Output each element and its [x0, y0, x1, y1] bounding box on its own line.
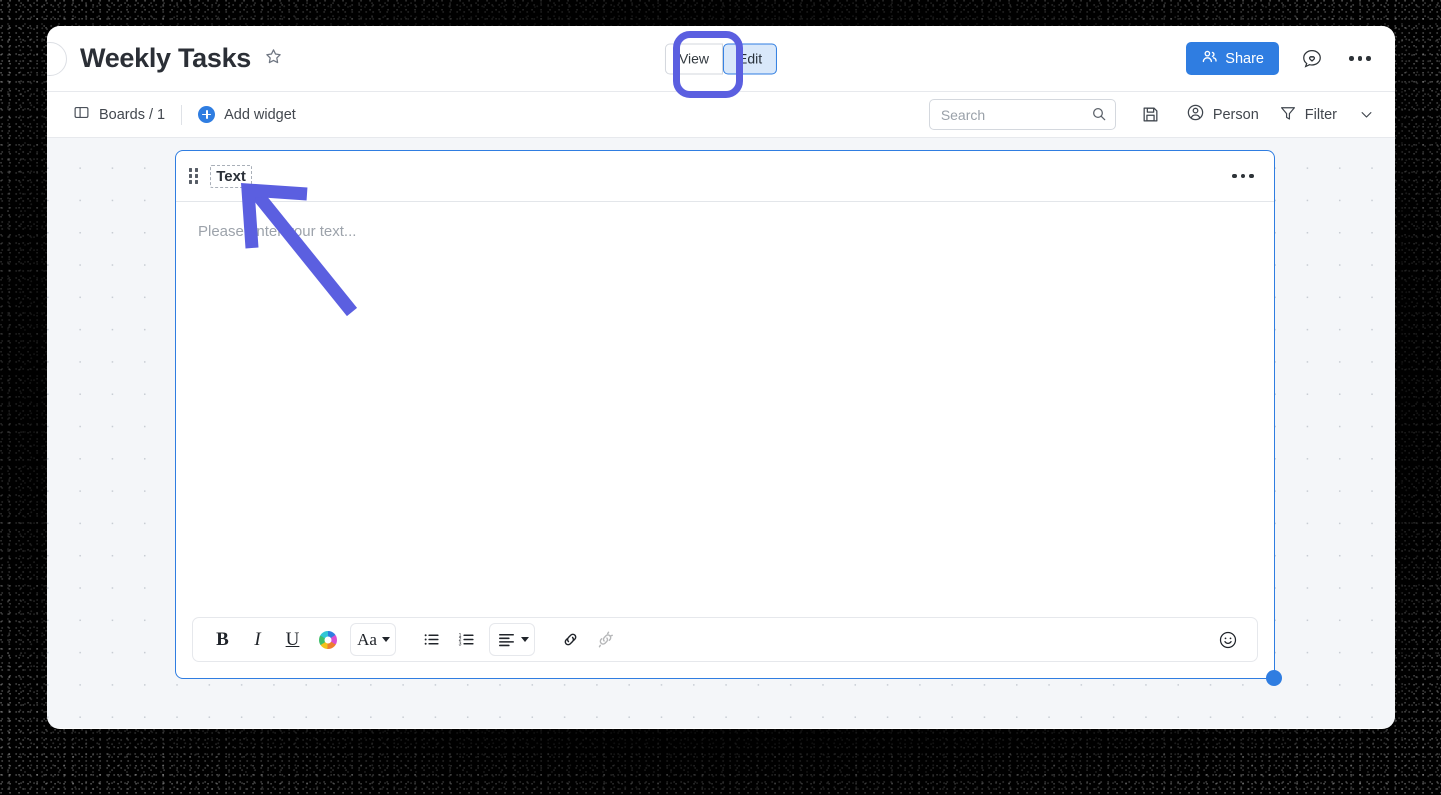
bullet-list-button[interactable] [416, 624, 447, 655]
align-dropdown[interactable] [489, 623, 535, 656]
back-circle-icon[interactable] [47, 41, 67, 76]
board-canvas[interactable]: Text Please enter your text... B I U Aa [47, 138, 1395, 728]
toolbar-divider [181, 104, 183, 125]
search-box [928, 99, 1116, 130]
tab-edit[interactable]: Edit [723, 43, 778, 74]
font-size-dropdown[interactable]: Aa [350, 623, 396, 656]
more-dots [1349, 56, 1371, 61]
share-button[interactable]: Share [1186, 42, 1279, 75]
widget-body[interactable]: Please enter your text... [176, 202, 1274, 617]
numbered-list-button[interactable]: 1 2 3 [451, 624, 482, 655]
more-horizontal-icon[interactable] [1345, 44, 1375, 74]
person-circle-icon [1186, 103, 1205, 126]
font-size-label: Aa [357, 629, 377, 649]
emoji-smiley-icon[interactable] [1212, 624, 1243, 655]
add-widget-label: Add widget [224, 106, 296, 123]
resize-handle-icon[interactable] [1266, 670, 1282, 686]
text-widget[interactable]: Text Please enter your text... B I U Aa [175, 150, 1282, 686]
funnel-icon [1279, 104, 1297, 126]
person-label: Person [1212, 106, 1259, 123]
text-editor-toolbar: B I U Aa 1 2 3 [192, 617, 1258, 662]
board-toolbar: Boards / 1 Add widget Search Person Filt… [47, 91, 1395, 138]
star-outline-icon[interactable] [264, 47, 283, 71]
plus-circle-icon [198, 106, 216, 123]
boards-breadcrumb[interactable]: Boards / 1 [73, 104, 165, 125]
search-icon [1091, 106, 1107, 127]
text-color-button[interactable] [312, 624, 343, 655]
italic-button[interactable]: I [242, 624, 273, 655]
widget-header: Text [176, 151, 1274, 202]
chevron-down-icon[interactable] [1357, 100, 1375, 130]
chat-heart-icon[interactable] [1297, 44, 1327, 74]
text-editor-placeholder: Please enter your text... [198, 223, 357, 240]
filter-button[interactable]: Filter [1279, 104, 1337, 126]
view-edit-toggle: View Edit [664, 43, 778, 74]
align-left-icon [493, 624, 519, 655]
widget-more-dots [1232, 173, 1254, 179]
link-button[interactable] [555, 624, 586, 655]
filter-label: Filter [1304, 106, 1337, 123]
caret-down-icon [521, 637, 529, 642]
underline-button[interactable]: U [277, 624, 308, 655]
boards-breadcrumb-label: Boards / 1 [99, 106, 166, 123]
tab-view[interactable]: View [664, 43, 724, 74]
board-panel-icon [73, 104, 90, 125]
segmented-control: View Edit [664, 43, 778, 74]
toolbar-right-group: Person Filter [928, 99, 1375, 130]
floppy-save-icon[interactable] [1136, 100, 1166, 130]
color-wheel-icon [318, 630, 337, 649]
widget-more-icon[interactable] [1228, 161, 1258, 191]
title-group: Weekly Tasks [80, 43, 283, 74]
bold-button[interactable]: B [207, 624, 238, 655]
app-window: Weekly Tasks View Edit Share Boards / 1 … [47, 26, 1395, 729]
unlink-button[interactable] [590, 624, 621, 655]
add-widget-button[interactable]: Add widget [198, 106, 296, 123]
drag-dots-icon[interactable] [189, 168, 199, 184]
caret-down-icon [382, 637, 390, 642]
header-actions: Share [1186, 42, 1375, 75]
app-header: Weekly Tasks View Edit Share [47, 26, 1395, 91]
person-filter-button[interactable]: Person [1186, 103, 1259, 126]
widget-title[interactable]: Text [210, 164, 252, 188]
search-input[interactable] [928, 99, 1116, 130]
page-title: Weekly Tasks [80, 43, 252, 73]
share-button-label: Share [1225, 50, 1264, 67]
people-icon [1201, 48, 1218, 69]
svg-text:3: 3 [459, 642, 462, 648]
